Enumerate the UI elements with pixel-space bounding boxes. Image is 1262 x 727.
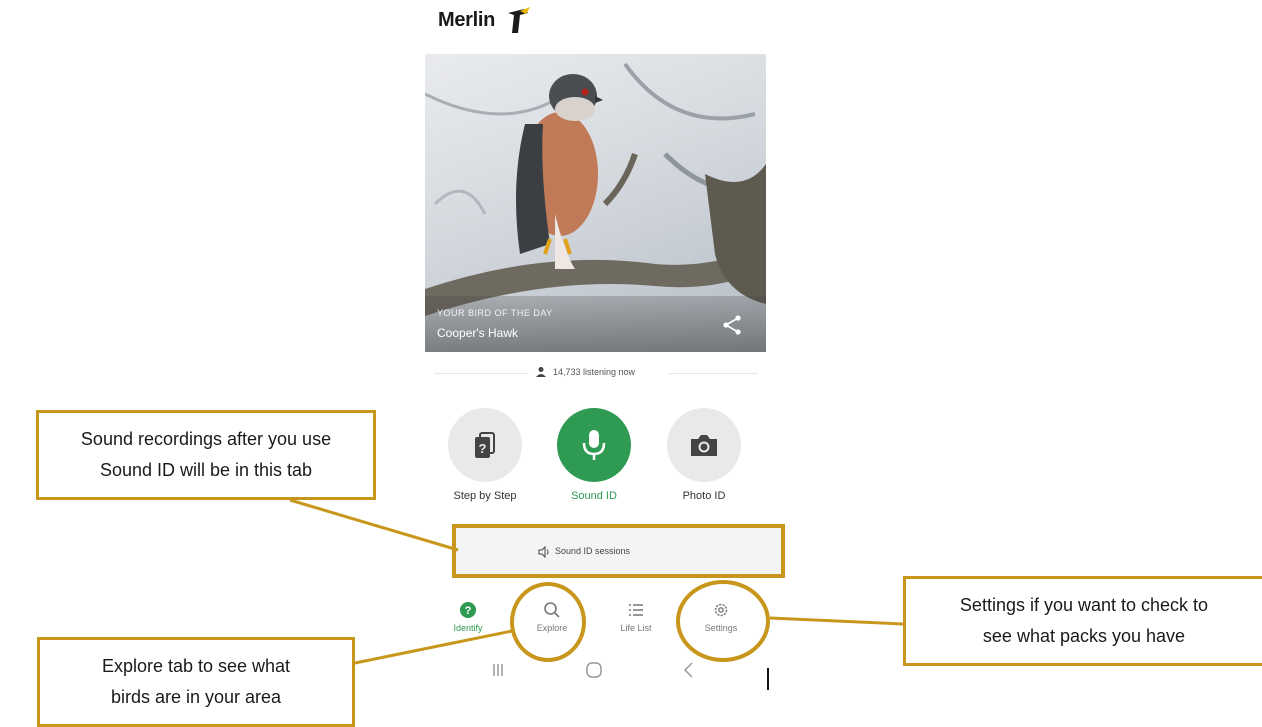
bird-of-the-day-caption: YOUR BIRD OF THE DAY bbox=[437, 308, 553, 318]
sound-id-button[interactable] bbox=[557, 408, 631, 482]
sound-id-label: Sound ID bbox=[571, 490, 617, 502]
tab-identify[interactable]: ? Identify bbox=[432, 601, 504, 633]
home-icon[interactable] bbox=[584, 660, 604, 680]
svg-text:?: ? bbox=[465, 605, 472, 617]
tab-life-list-label: Life List bbox=[620, 623, 652, 633]
step-by-step-button[interactable]: ? bbox=[448, 408, 522, 482]
merlin-logo-icon bbox=[508, 7, 530, 33]
camera-icon bbox=[691, 435, 717, 456]
person-icon bbox=[536, 367, 546, 377]
recent-apps-icon[interactable] bbox=[488, 660, 508, 680]
explore-highlight bbox=[510, 582, 586, 662]
text-cursor bbox=[767, 668, 769, 690]
listening-count: 14,733 listening now bbox=[553, 367, 636, 377]
explore-annotation: Explore tab to see what birds are in you… bbox=[37, 637, 355, 727]
svg-text:?: ? bbox=[479, 441, 487, 456]
bird-name[interactable]: Cooper's Hawk bbox=[437, 326, 518, 340]
sound-sessions-annotation: Sound recordings after you use Sound ID … bbox=[36, 410, 376, 500]
back-icon[interactable] bbox=[679, 660, 699, 680]
divider bbox=[434, 373, 529, 374]
app-logo-text: Merlin bbox=[438, 9, 496, 31]
share-icon[interactable] bbox=[721, 314, 743, 336]
photo-id-button[interactable] bbox=[667, 408, 741, 482]
divider bbox=[668, 373, 758, 374]
settings-annotation: Settings if you want to check to see wha… bbox=[903, 576, 1262, 666]
step-by-step-label: Step by Step bbox=[453, 490, 517, 502]
tab-life-list[interactable]: Life List bbox=[600, 601, 672, 633]
microphone-icon bbox=[582, 430, 606, 460]
settings-highlight bbox=[676, 580, 770, 662]
hero-caption-overlay bbox=[425, 296, 766, 352]
identify-icon: ? bbox=[460, 602, 476, 618]
question-cards-icon: ? bbox=[475, 432, 495, 458]
sessions-highlight bbox=[452, 524, 785, 578]
bird-of-the-day-image[interactable]: YOUR BIRD OF THE DAY Cooper's Hawk bbox=[425, 54, 766, 352]
photo-id-label: Photo ID bbox=[682, 490, 726, 502]
list-icon bbox=[629, 604, 643, 616]
tab-identify-label: Identify bbox=[453, 623, 483, 633]
